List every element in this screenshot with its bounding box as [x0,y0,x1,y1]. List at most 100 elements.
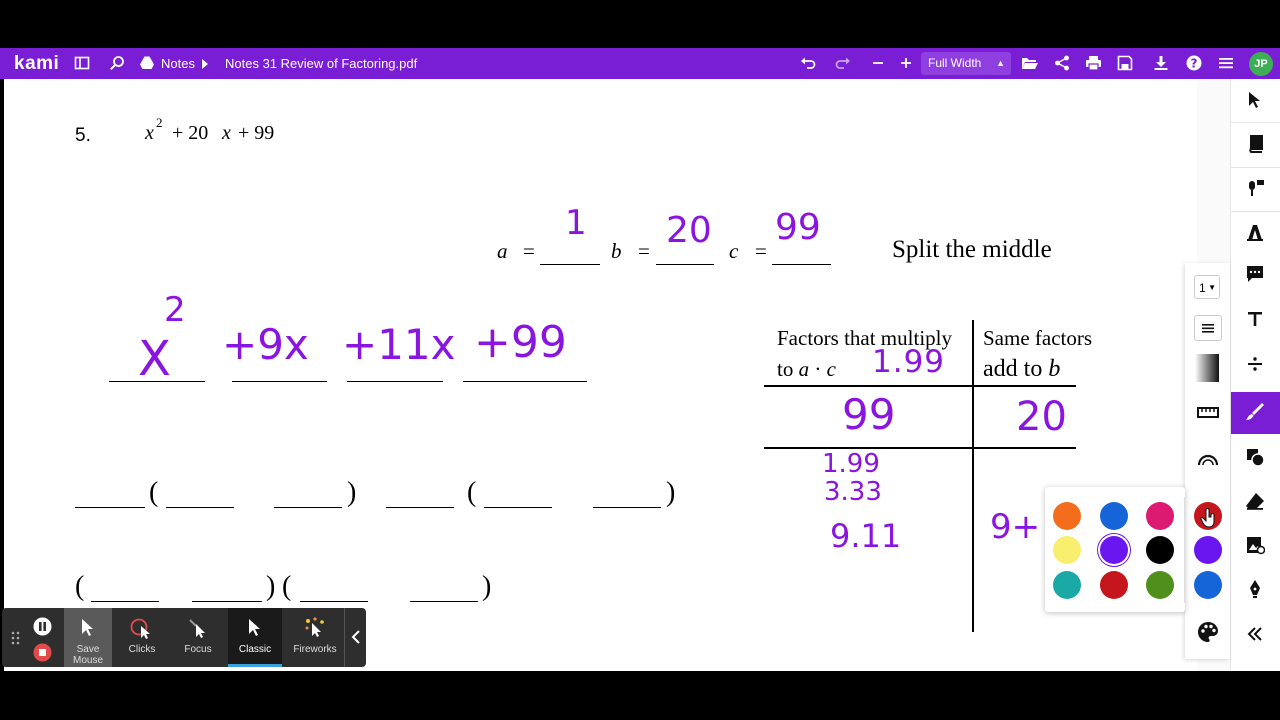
paren-open-4: ( [282,571,292,602]
share-icon[interactable] [1054,55,1071,72]
handwritten-c-value: 99 [775,207,821,248]
avatar[interactable]: JP [1249,52,1273,76]
save-icon[interactable] [1117,55,1134,72]
split-the-middle-label: Split the middle [892,236,1052,263]
handwritten-ac-product: 1.99 [872,344,946,380]
color-swatch-purple-selected[interactable] [1100,536,1128,564]
pause-icon [33,617,52,636]
color-swatch-green[interactable] [1146,571,1174,599]
collapse-recorder-button[interactable] [344,608,367,667]
collapse-toolbar-button[interactable] [1231,614,1280,654]
fireworks-icon [305,617,324,637]
cursor-icon [82,619,93,636]
table-col1-to: to [777,357,794,381]
menu-icon[interactable] [1218,55,1235,72]
equals-b: = [638,239,650,263]
classic-option[interactable]: Classic [228,608,282,667]
equation-tool[interactable] [1231,344,1280,384]
document-page[interactable]: 5. x 2 + 20 x + 99 a = b = c = Split the… [4,79,1197,671]
paren-open-2: ( [467,477,477,508]
problem-exponent: 2 [156,115,163,130]
svg-text:?: ? [1191,57,1198,71]
zoom-select[interactable]: Full Width ▲ [921,52,1011,75]
clicks-option[interactable]: Clicks [118,608,166,667]
eraser-icon [1246,493,1264,510]
drag-handle-icon[interactable] [11,631,21,645]
label-c: c [729,239,739,263]
color-swatch-blue[interactable] [1100,502,1128,530]
text-icon [1248,312,1262,326]
color-swatch-royal-blue[interactable] [1194,571,1222,599]
color-swatch-black[interactable] [1146,536,1174,564]
line-style-select[interactable] [1185,309,1230,347]
paren-close-1: ) [347,477,357,508]
search-icon[interactable] [109,55,126,72]
dictionary-tool[interactable] [1231,124,1280,164]
speech-tool[interactable] [1231,168,1280,208]
comment-tool[interactable] [1231,254,1280,294]
table-col1-dot: · [814,357,822,381]
text-tool[interactable] [1231,299,1280,339]
cursor-icon [1249,92,1260,108]
protractor-tool[interactable] [1185,441,1230,479]
color-swatch-pink[interactable] [1146,502,1174,530]
problem-term: + 20 [172,122,209,144]
color-swatch-orange[interactable] [1053,502,1081,530]
color-swatch-crimson[interactable] [1100,571,1128,599]
redo-icon[interactable] [835,55,852,72]
help-icon[interactable]: ? [1186,55,1203,72]
color-swatch-teal[interactable] [1053,571,1081,599]
term-blank-4 [463,381,587,382]
ruler-icon [1197,407,1219,418]
highlight-tool[interactable] [1231,212,1280,252]
focus-option[interactable]: Focus [174,608,222,667]
open-folder-icon[interactable] [1021,55,1038,72]
handwritten-a-value: 1 [565,203,587,243]
group-blank-2 [166,507,234,508]
shapes-icon [1247,449,1265,467]
fireworks-option[interactable]: Fireworks [288,608,342,667]
breadcrumb-folder[interactable]: Notes [161,48,195,79]
eraser-tool[interactable] [1231,481,1280,521]
download-icon[interactable] [1153,55,1170,72]
final-blank-1 [91,601,159,602]
color-swatch-yellow[interactable] [1053,536,1081,564]
color-palette-button[interactable] [1185,613,1230,651]
stop-button[interactable] [33,643,52,662]
image-icon [1247,537,1265,555]
annotation-toolbar [1230,79,1280,671]
zoom-out-icon[interactable] [870,55,887,72]
stop-icon [33,643,52,662]
kami-logo[interactable]: kami [14,48,59,79]
save-mouse-option[interactable]: Save Mouse [64,608,112,667]
handwritten-factor-pair-3: 9.11 [830,517,902,555]
opacity-select[interactable] [1185,349,1230,387]
comment-icon [1247,266,1263,282]
divide-icon [1248,357,1262,371]
color-palette [1045,487,1222,612]
signature-tool[interactable] [1231,569,1280,609]
drawing-tool[interactable] [1231,392,1280,434]
undo-icon[interactable] [800,55,817,72]
print-icon[interactable] [1085,55,1102,72]
table-col1-a: a [798,357,810,381]
color-swatch-violet[interactable] [1194,536,1222,564]
shapes-tool[interactable] [1231,437,1280,477]
stroke-size-value: 1 [1199,281,1206,295]
final-blank-3 [300,601,368,602]
handwritten-partial-sum: 9+ [990,507,1041,547]
table-col1-line2: to a · c [777,354,836,384]
stroke-size-select[interactable]: 1 ▼ [1185,269,1230,307]
add-media-tool[interactable] [1231,525,1280,565]
handwritten-term-4: +99 [474,317,567,368]
opacity-gradient-icon [1195,354,1219,382]
problem-constant: + 99 [238,122,275,144]
sidebar-toggle-icon[interactable] [74,55,91,72]
paintbrush-icon [1246,403,1264,420]
ruler-tool[interactable] [1185,394,1230,432]
select-tool[interactable] [1231,80,1280,120]
handwritten-b-value: 20 [666,210,712,251]
pause-button[interactable] [33,617,52,636]
zoom-in-icon[interactable] [898,55,915,72]
group-blank-5 [484,507,552,508]
